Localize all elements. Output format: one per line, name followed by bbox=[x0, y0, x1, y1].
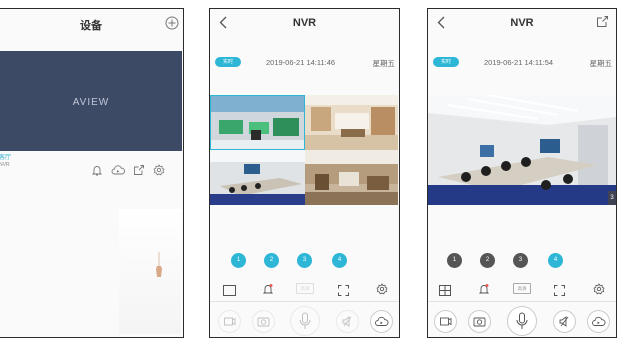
channel-2-button[interactable]: 2 bbox=[264, 253, 279, 268]
camera-tile-3[interactable] bbox=[210, 150, 305, 205]
page-title: NVR bbox=[292, 17, 317, 29]
single-view-icon[interactable] bbox=[223, 283, 236, 301]
page-title: 设备 bbox=[80, 20, 102, 32]
channel-4-button[interactable]: 4 bbox=[548, 253, 563, 268]
hd-toggle[interactable]: 高清 bbox=[296, 283, 314, 294]
camera-single-view[interactable]: 3 bbox=[428, 95, 616, 205]
channel-4-button[interactable]: 4 bbox=[332, 253, 347, 268]
camera-tile-2[interactable] bbox=[305, 95, 398, 150]
talk-button[interactable] bbox=[290, 306, 320, 336]
channel-3-button[interactable]: 3 bbox=[297, 253, 312, 268]
top-bar: NVR bbox=[210, 9, 399, 39]
device-type: NVR bbox=[0, 162, 10, 168]
mute-button[interactable] bbox=[553, 310, 576, 333]
live-badge[interactable]: 实时 bbox=[215, 57, 241, 67]
view-toolbar: 高清 bbox=[428, 281, 616, 297]
mute-button[interactable] bbox=[336, 310, 359, 333]
timestamp: 2019-06-21 14:11:54 bbox=[484, 58, 554, 67]
channel-number-overlay: 3 bbox=[608, 191, 616, 205]
timestamp: 2019-06-21 14:11:46 bbox=[266, 58, 336, 67]
view-toolbar: 高清 bbox=[210, 281, 399, 297]
top-bar: 设备 bbox=[0, 9, 183, 39]
divider bbox=[428, 301, 616, 302]
settings-gear-icon[interactable] bbox=[153, 163, 165, 176]
record-button[interactable] bbox=[218, 310, 241, 333]
share-icon[interactable] bbox=[133, 163, 145, 175]
camera-tile-4[interactable] bbox=[305, 150, 398, 205]
camera-tile-1[interactable] bbox=[210, 95, 305, 150]
share-icon[interactable] bbox=[596, 15, 609, 33]
snapshot-button[interactable] bbox=[468, 310, 491, 333]
add-icon[interactable] bbox=[165, 16, 179, 35]
settings-gear-icon[interactable] bbox=[593, 282, 605, 300]
divider bbox=[210, 301, 399, 302]
channel-1-button[interactable]: 1 bbox=[447, 253, 462, 268]
alarm-bell-icon[interactable] bbox=[91, 163, 103, 176]
weekday: 星期五 bbox=[372, 59, 396, 68]
background-decoration bbox=[119, 209, 181, 334]
nvr-quad-view-screen: NVR 实时 2019-06-21 14:11:46 星期五 1 2 3 4 高… bbox=[209, 8, 400, 338]
vase-decoration bbox=[155, 252, 163, 280]
weekday: 星期五 bbox=[589, 59, 613, 68]
nvr-single-view-screen: NVR 实时 2019-06-21 14:11:54 星期五 3 1 2 3 4 bbox=[427, 8, 617, 338]
device-actions bbox=[91, 163, 173, 176]
live-badge[interactable]: 实时 bbox=[433, 57, 459, 67]
device-list-screen: 设备 AVIEW 客厅 NVR bbox=[0, 8, 184, 338]
cloud-playback-button[interactable] bbox=[587, 310, 610, 333]
brand-watermark: AVIEW bbox=[72, 97, 110, 108]
fullscreen-icon[interactable] bbox=[338, 283, 349, 301]
record-button[interactable] bbox=[434, 310, 457, 333]
quad-view-icon[interactable] bbox=[439, 283, 451, 301]
hd-toggle[interactable]: 高清 bbox=[513, 283, 531, 294]
alarm-bell-icon[interactable] bbox=[262, 282, 274, 300]
action-bar bbox=[428, 306, 616, 336]
cloud-playback-button[interactable] bbox=[370, 310, 393, 333]
page-title: NVR bbox=[510, 17, 534, 29]
alarm-bell-icon[interactable] bbox=[478, 282, 490, 300]
action-bar bbox=[210, 306, 399, 336]
device-name: 客厅 bbox=[0, 155, 12, 161]
top-bar: NVR bbox=[428, 9, 616, 39]
fullscreen-icon[interactable] bbox=[554, 283, 565, 301]
channel-1-button[interactable]: 1 bbox=[231, 253, 246, 268]
settings-gear-icon[interactable] bbox=[376, 282, 388, 300]
channel-3-button[interactable]: 3 bbox=[513, 253, 528, 268]
cloud-playback-icon[interactable] bbox=[111, 163, 126, 175]
talk-button[interactable] bbox=[507, 306, 537, 336]
snapshot-button[interactable] bbox=[252, 310, 275, 333]
channel-2-button[interactable]: 2 bbox=[480, 253, 495, 268]
